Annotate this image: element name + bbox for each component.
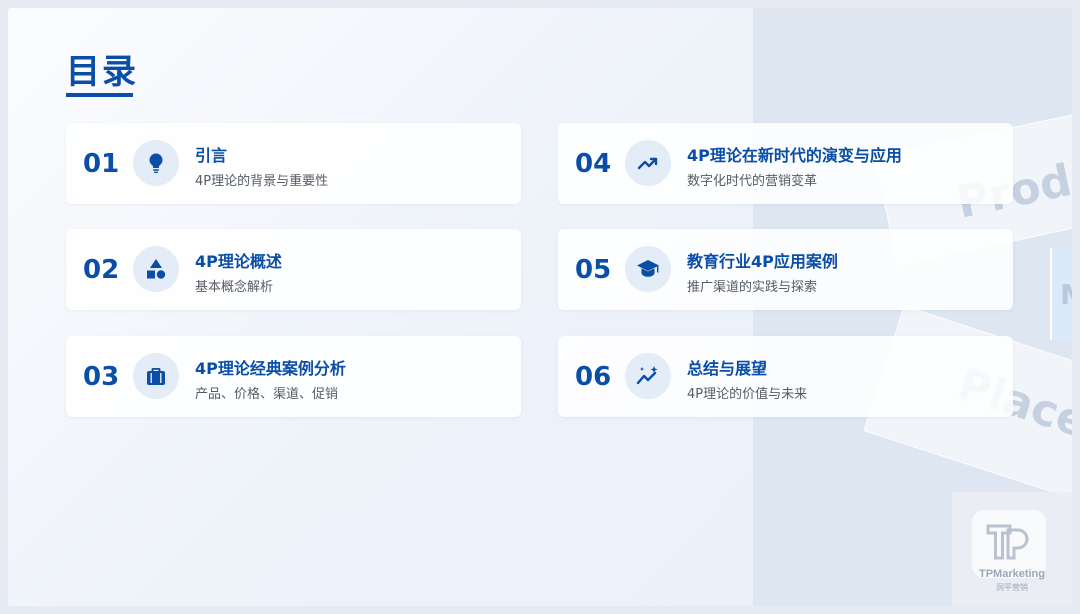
item-number: 04 bbox=[575, 149, 612, 179]
toc-item-04[interactable]: 04 4P理论在新时代的演变与应用 数字化时代的营销变革 bbox=[558, 123, 1013, 204]
item-number: 06 bbox=[575, 362, 612, 392]
item-number: 01 bbox=[83, 149, 120, 179]
item-title: 总结与展望 bbox=[687, 359, 768, 378]
watermark: TPMarketing 洞平营销 bbox=[952, 492, 1072, 606]
decorative-letter: M bbox=[1060, 278, 1072, 311]
item-subtitle: 数字化时代的营销变革 bbox=[687, 174, 818, 189]
toc-item-05[interactable]: 05 教育行业4P应用案例 推广渠道的实践与探索 bbox=[558, 229, 1013, 310]
title-underline bbox=[66, 93, 133, 97]
toc-item-06[interactable]: 06 总结与展望 4P理论的价值与未来 bbox=[558, 336, 1013, 417]
item-subtitle: 产品、价格、渠道、促销 bbox=[195, 387, 339, 402]
item-title: 4P理论概述 bbox=[195, 252, 282, 271]
item-title: 4P理论在新时代的演变与应用 bbox=[687, 146, 902, 165]
toc-item-01[interactable]: 01 引言 4P理论的背景与重要性 bbox=[66, 123, 521, 204]
item-number: 03 bbox=[83, 362, 120, 392]
item-title: 教育行业4P应用案例 bbox=[687, 252, 838, 271]
toc-item-03[interactable]: 03 4P理论经典案例分析 产品、价格、渠道、促销 bbox=[66, 336, 521, 417]
toc-item-02[interactable]: 02 4P理论概述 基本概念解析 bbox=[66, 229, 521, 310]
item-subtitle: 4P理论的价值与未来 bbox=[687, 387, 808, 402]
lightbulb-icon bbox=[133, 140, 179, 186]
item-number: 05 bbox=[575, 255, 612, 285]
graduation-cap-icon bbox=[625, 246, 671, 292]
shapes-icon bbox=[133, 246, 179, 292]
decorative-strip: M bbox=[1050, 248, 1072, 340]
watermark-name: TPMarketing bbox=[978, 568, 1045, 580]
item-title: 引言 bbox=[195, 146, 228, 165]
watermark-cn-name: 洞平营销 bbox=[996, 583, 1028, 592]
item-title: 4P理论经典案例分析 bbox=[195, 359, 346, 378]
page-title: 目录 bbox=[66, 52, 138, 92]
item-number: 02 bbox=[83, 255, 120, 285]
briefcase-icon bbox=[133, 353, 179, 399]
item-subtitle: 推广渠道的实践与探索 bbox=[687, 280, 818, 295]
item-subtitle: 基本概念解析 bbox=[195, 280, 274, 295]
trending-up-icon bbox=[625, 140, 671, 186]
item-subtitle: 4P理论的背景与重要性 bbox=[195, 174, 329, 189]
sparkle-chart-icon bbox=[625, 353, 671, 399]
